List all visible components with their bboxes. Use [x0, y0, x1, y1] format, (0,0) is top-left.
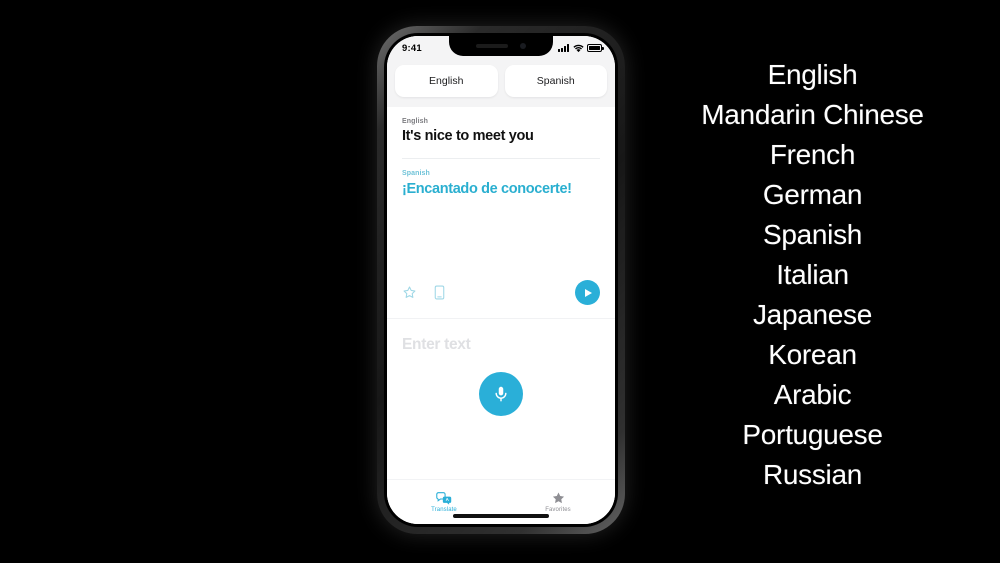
star-icon[interactable] [402, 285, 417, 300]
source-text[interactable]: It's nice to meet you [402, 128, 600, 145]
battery-icon [587, 44, 604, 52]
target-text[interactable]: ¡Encantado de conocerte! [402, 180, 600, 200]
source-language-label: English [402, 118, 428, 125]
device-icon[interactable] [433, 285, 446, 300]
tab-favorites-label: Favorites [545, 507, 571, 513]
list-item: Arabic [773, 379, 852, 410]
list-item: Japanese [752, 299, 873, 330]
language-selector-bar: English Spanish [387, 60, 615, 107]
signal-bars-icon [558, 44, 569, 52]
star-icon [552, 492, 564, 504]
text-input-area[interactable]: Enter text [387, 318, 615, 479]
list-item: English [767, 59, 858, 90]
list-item: Portuguese [742, 419, 883, 450]
list-item: Russian [762, 459, 863, 490]
tab-translate-label: Translate [431, 506, 457, 513]
status-time: 9:41 [402, 42, 422, 54]
microphone-button[interactable] [479, 372, 523, 416]
list-item: French [769, 139, 856, 170]
translation-card: English It's nice to meet you Spanish ¡E… [387, 107, 615, 318]
target-language-label: Spanish [402, 169, 430, 177]
list-item: Spanish [762, 219, 863, 250]
wifi-icon [572, 44, 584, 52]
front-camera-icon [520, 43, 526, 49]
list-item: Korean [768, 339, 857, 370]
status-icons [558, 44, 604, 53]
list-item: Mandarin Chinese [701, 99, 924, 130]
list-item: Italian [776, 259, 849, 290]
phone-screen: 9:41 English Spanish English It's nice t… [387, 36, 615, 524]
speaker-grille-icon [476, 44, 508, 48]
target-language-button[interactable]: Spanish [504, 65, 607, 97]
phone-bezel: 9:41 English Spanish English It's nice t… [384, 33, 618, 527]
list-item: German [762, 179, 863, 210]
card-action-row [402, 280, 600, 318]
play-icon [585, 288, 593, 297]
enter-text-placeholder[interactable]: Enter text [402, 336, 471, 354]
translate-bubbles-icon: A [436, 491, 452, 505]
source-language-button[interactable]: English [395, 65, 498, 97]
phone-device-frame: 9:41 English Spanish English It's nice t… [377, 26, 625, 534]
microphone-icon [495, 386, 507, 402]
phone-notch [449, 36, 553, 56]
card-divider [402, 157, 600, 159]
home-indicator[interactable] [453, 514, 549, 518]
play-button[interactable] [575, 280, 600, 305]
supported-languages-list: English Mandarin Chinese French German S… [645, 55, 980, 495]
